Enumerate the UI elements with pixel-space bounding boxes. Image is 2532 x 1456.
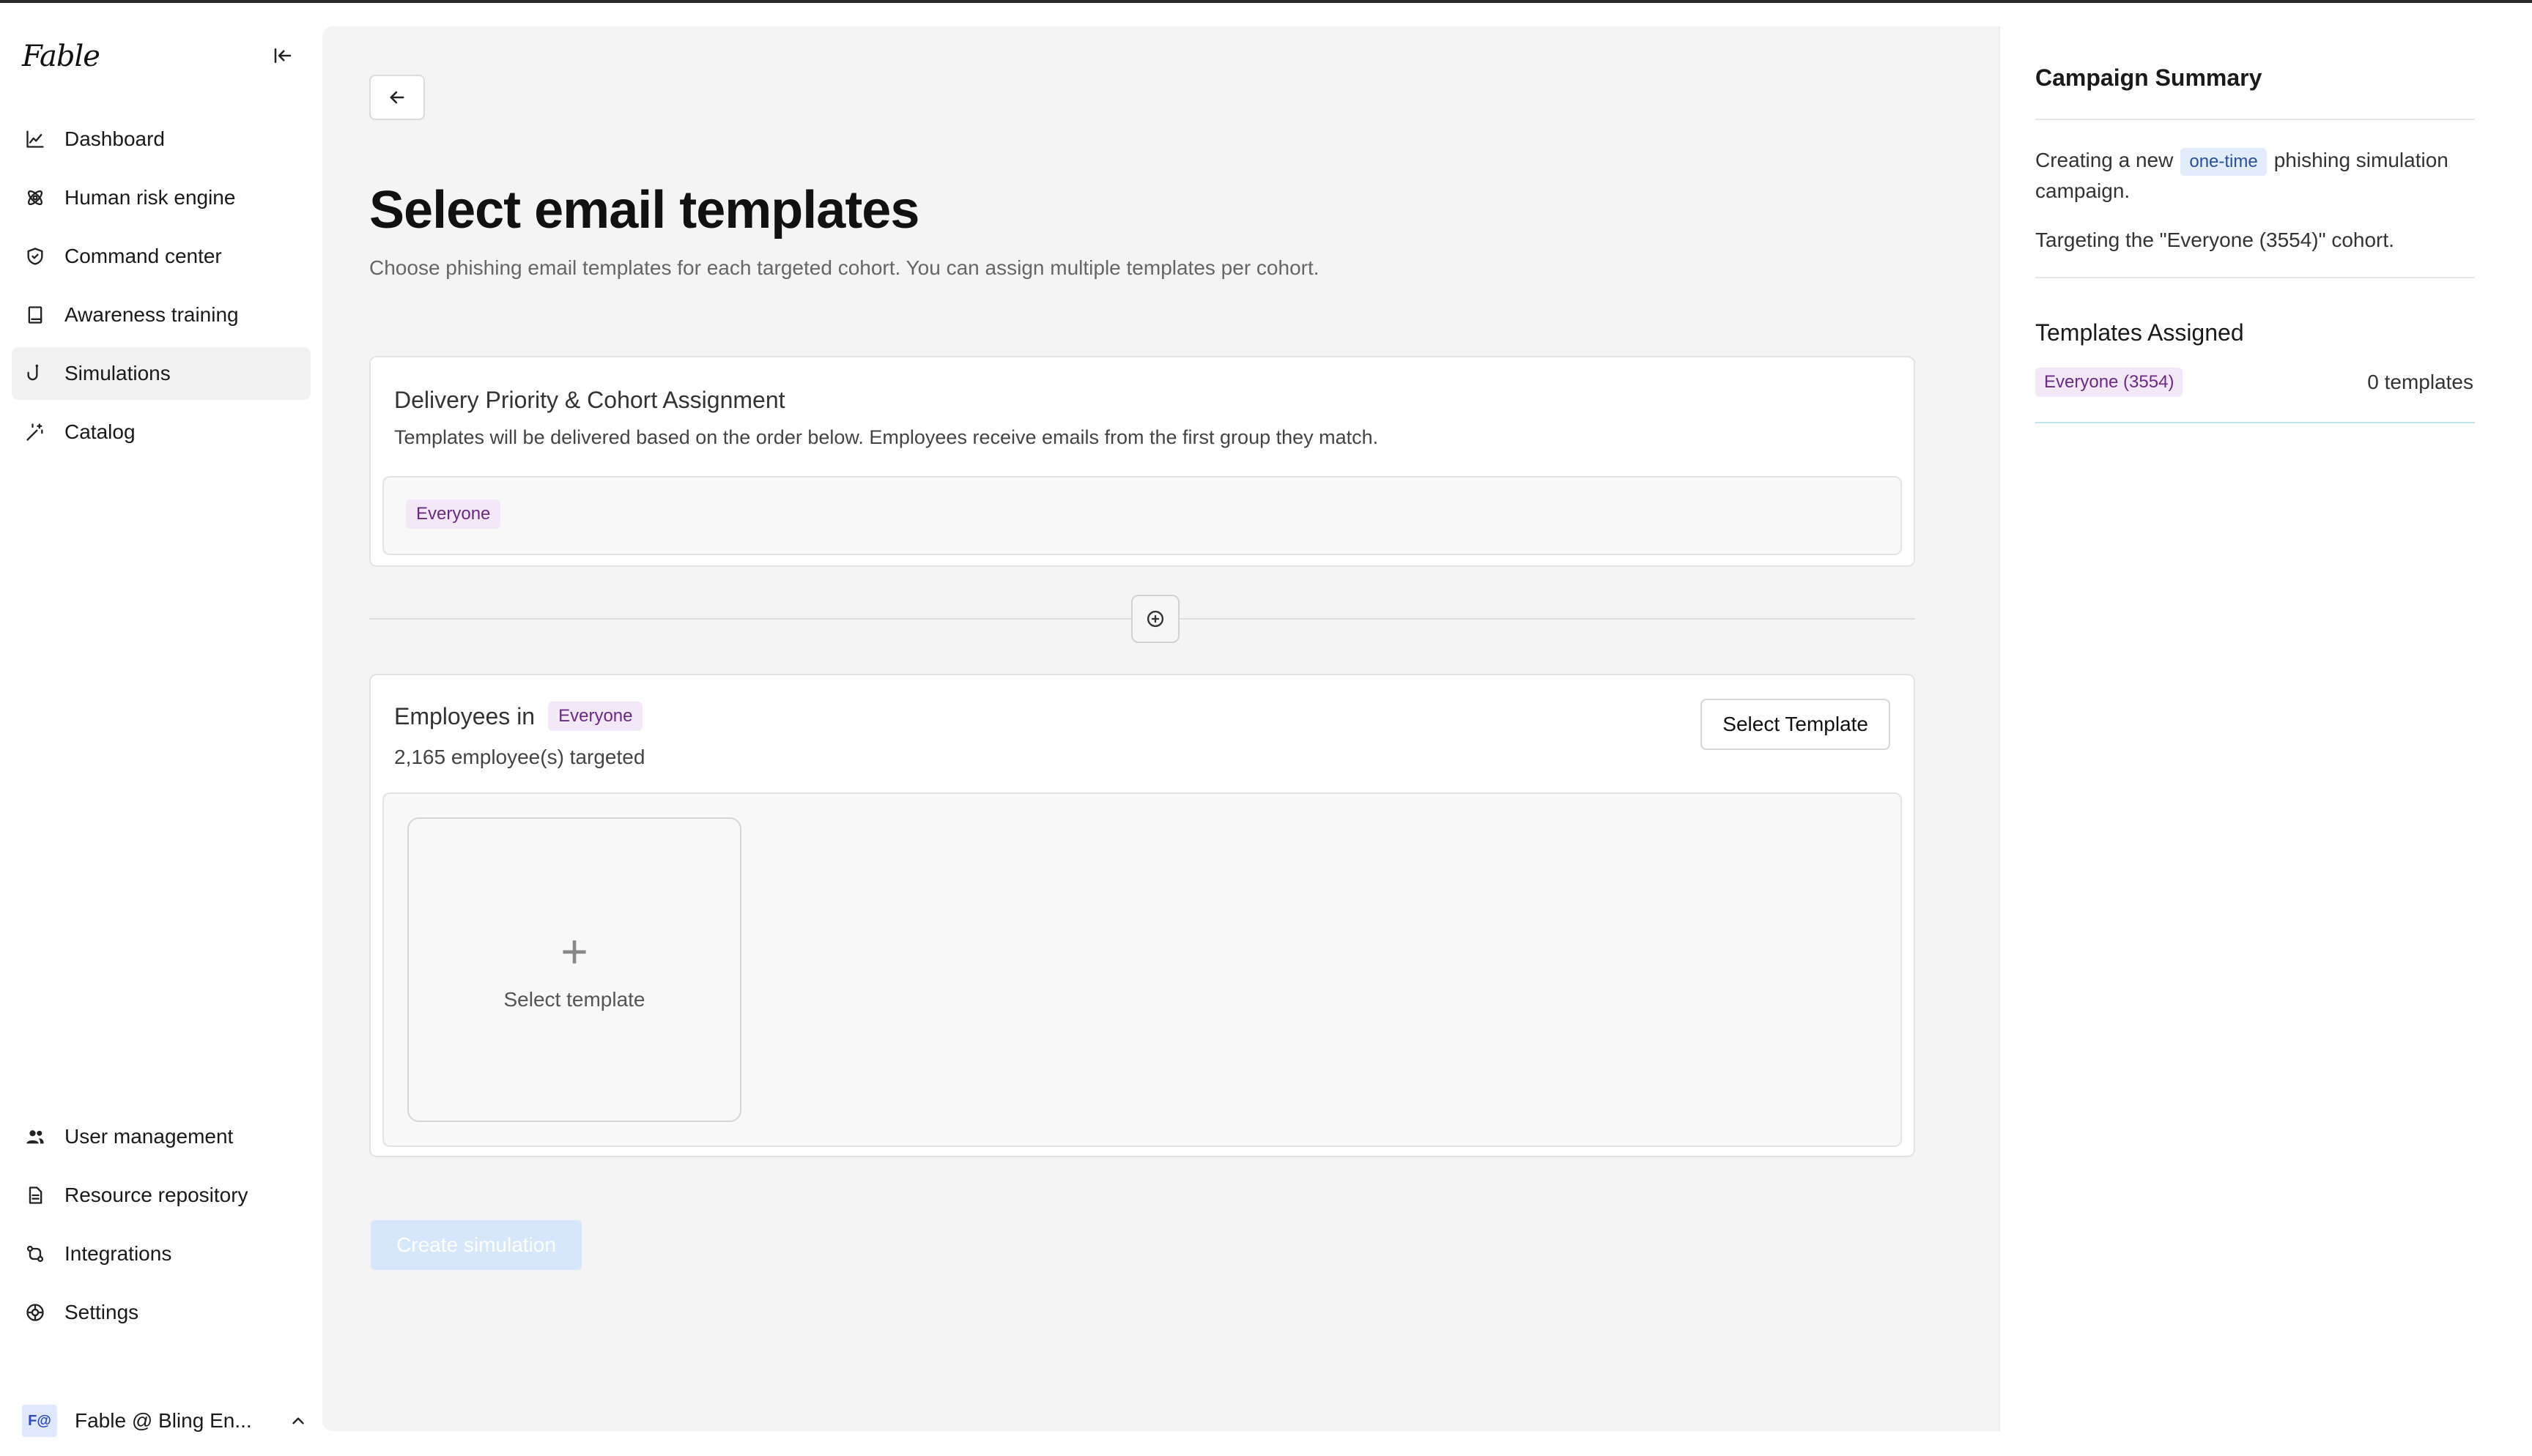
divider bbox=[2035, 277, 2475, 278]
collapse-sidebar-button[interactable] bbox=[267, 41, 299, 70]
page-title: Select email templates bbox=[369, 181, 919, 239]
sidebar-item-label: Resource repository bbox=[64, 1184, 248, 1206]
arrow-left-icon bbox=[390, 91, 404, 104]
summary-campaign-type: Creating a new one-time phishing simulatio… bbox=[2035, 145, 2490, 207]
cohort-tag[interactable]: Everyone bbox=[406, 499, 501, 529]
campaign-type-badge: one-time bbox=[2180, 148, 2267, 176]
plus-circle-icon bbox=[1147, 610, 1164, 628]
sidebar-item-label: Dashboard bbox=[64, 127, 165, 150]
cohort-template-card: Employees in Everyone 2,165 employee(s) … bbox=[369, 674, 1915, 1157]
cohort-tag: Everyone (3554) bbox=[2035, 368, 2183, 397]
chevron-up-icon bbox=[292, 1417, 304, 1425]
sidebar-item-awareness-training[interactable]: Awareness training bbox=[12, 289, 311, 341]
sidebar-item-catalog[interactable]: Catalog bbox=[12, 406, 311, 458]
back-button[interactable] bbox=[369, 75, 425, 120]
sidebar-nav-primary: Dashboard Human risk engine Command cent… bbox=[12, 113, 311, 464]
cohort-title-prefix: Employees in bbox=[394, 702, 536, 729]
templates-count: 0 templates bbox=[2367, 371, 2473, 393]
sidebar-item-label: Integrations bbox=[64, 1242, 172, 1265]
window-top-border bbox=[0, 0, 2532, 3]
cohort-tag: Everyone bbox=[548, 702, 643, 731]
divider bbox=[2035, 119, 2475, 120]
document-icon bbox=[23, 1184, 47, 1207]
summary-target: Targeting the "Everyone (3554)" cohort. bbox=[2035, 229, 2394, 251]
shield-check-icon bbox=[23, 245, 47, 268]
campaign-summary-panel: Campaign Summary Creating a new one-time p… bbox=[1999, 26, 2509, 1431]
account-name: Fable @ Bling En... bbox=[75, 1409, 252, 1432]
sidebar-item-command-center[interactable]: Command center bbox=[12, 230, 311, 283]
sidebar-item-label: Command center bbox=[64, 245, 222, 267]
collapse-left-icon bbox=[274, 48, 292, 63]
settings-icon bbox=[23, 1301, 47, 1324]
sidebar-nav-secondary: User management Resource repository Inte… bbox=[12, 1110, 311, 1345]
select-template-label: Select template bbox=[503, 988, 645, 1011]
plus-icon: + bbox=[560, 925, 588, 978]
avatar: F@ bbox=[22, 1405, 57, 1437]
select-template-slot[interactable]: + Select template bbox=[407, 817, 741, 1122]
sidebar-item-resource-repository[interactable]: Resource repository bbox=[12, 1169, 311, 1222]
app-logo[interactable]: Fable bbox=[22, 40, 100, 73]
sidebar-item-user-management[interactable]: User management bbox=[12, 1110, 311, 1163]
sidebar-item-label: User management bbox=[64, 1125, 234, 1148]
users-icon bbox=[23, 1125, 47, 1148]
cohort-priority-list[interactable]: Everyone bbox=[382, 476, 1902, 555]
templates-assigned-title: Templates Assigned bbox=[2035, 319, 2244, 346]
create-simulation-button[interactable]: Create simulation bbox=[371, 1220, 582, 1270]
card-title: Delivery Priority & Cohort Assignment bbox=[394, 387, 785, 413]
sidebar-item-simulations[interactable]: Simulations bbox=[12, 347, 311, 400]
template-list: + Select template bbox=[382, 792, 1902, 1147]
magic-wand-icon bbox=[23, 420, 47, 444]
fish-hook-icon bbox=[23, 362, 47, 385]
sidebar-item-dashboard[interactable]: Dashboard bbox=[12, 113, 311, 166]
sidebar-item-label: Human risk engine bbox=[64, 186, 236, 209]
divider bbox=[2035, 422, 2475, 423]
chart-line-icon bbox=[23, 127, 47, 151]
sidebar-item-label: Catalog bbox=[64, 420, 136, 443]
sidebar-item-label: Awareness training bbox=[64, 303, 239, 326]
sidebar-item-label: Simulations bbox=[64, 362, 171, 385]
card-description: Templates will be delivered based on the… bbox=[394, 426, 1379, 448]
cohort-card-title: Employees in Everyone bbox=[394, 702, 643, 731]
git-compare-icon bbox=[23, 1242, 47, 1266]
sidebar: Fable Dashboard Human risk engine Comman… bbox=[0, 3, 319, 1456]
sidebar-item-settings[interactable]: Settings bbox=[12, 1286, 311, 1339]
page-subtitle: Choose phishing email templates for each… bbox=[369, 256, 1319, 279]
summary-prefix: Creating a new bbox=[2035, 149, 2174, 171]
delivery-priority-card: Delivery Priority & Cohort Assignment Te… bbox=[369, 356, 1915, 567]
summary-title: Campaign Summary bbox=[2035, 64, 2262, 91]
account-switcher[interactable]: F@ Fable @ Bling En... bbox=[22, 1403, 308, 1438]
sidebar-item-integrations[interactable]: Integrations bbox=[12, 1227, 311, 1280]
main-content: Select email templates Choose phishing e… bbox=[322, 26, 1999, 1431]
add-cohort-button[interactable] bbox=[1131, 595, 1180, 643]
employee-count: 2,165 employee(s) targeted bbox=[394, 746, 645, 768]
atom-icon bbox=[23, 186, 47, 209]
sidebar-item-label: Settings bbox=[64, 1301, 139, 1323]
sidebar-item-human-risk-engine[interactable]: Human risk engine bbox=[12, 171, 311, 224]
select-template-button[interactable]: Select Template bbox=[1700, 699, 1890, 750]
book-icon bbox=[23, 303, 47, 327]
